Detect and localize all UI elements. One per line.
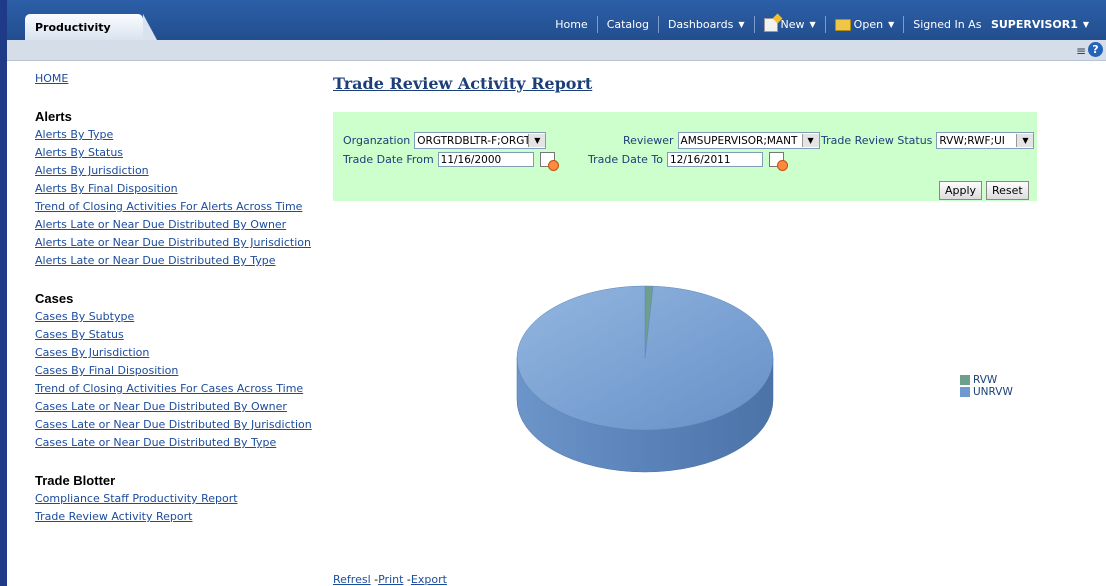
organization-select[interactable]: ORGTRDBLTR-F;ORGT ▼ bbox=[414, 132, 547, 149]
status-value: RVW;RWF;UI bbox=[939, 134, 1005, 147]
export-link[interactable]: Export bbox=[411, 573, 447, 586]
organization-value: ORGTRDBLTR-F;ORGT bbox=[417, 134, 529, 147]
sidebar-link[interactable]: Alerts By Jurisdiction bbox=[35, 162, 325, 180]
catalog-link[interactable]: Catalog bbox=[598, 18, 658, 31]
organization-label: Organzation bbox=[343, 134, 411, 147]
home-link-label: Home bbox=[555, 18, 588, 31]
reset-button[interactable]: Reset bbox=[986, 181, 1029, 200]
sidebar-link[interactable]: Alerts Late or Near Due Distributed By J… bbox=[35, 234, 325, 252]
sidebar-section-trade-blotter: Trade Blotter Compliance Staff Productiv… bbox=[35, 473, 325, 526]
sidebar-link[interactable]: Cases Late or Near Due Distributed By Ow… bbox=[35, 398, 325, 416]
section-title: Trade Blotter bbox=[35, 473, 116, 488]
apply-button[interactable]: Apply bbox=[939, 181, 983, 200]
sidebar-section-cases: Cases Cases By Subtype Cases By Status C… bbox=[35, 291, 325, 452]
sidebar-link[interactable]: Trend of Closing Activities For Alerts A… bbox=[35, 198, 325, 216]
open-menu[interactable]: Open ▼ bbox=[826, 18, 904, 31]
chevron-down-icon: ▼ bbox=[809, 20, 816, 29]
date-to-filter: Trade Date To 12/16/2011 bbox=[588, 152, 788, 171]
calendar-icon[interactable] bbox=[539, 152, 559, 171]
open-menu-label: Open bbox=[853, 18, 884, 31]
folder-icon bbox=[834, 18, 851, 31]
section-title: Alerts bbox=[35, 109, 72, 124]
sidebar-link[interactable]: Compliance Staff Productivity Report bbox=[35, 490, 325, 508]
legend-swatch bbox=[960, 375, 970, 385]
dropdown-arrow-icon[interactable]: ▼ bbox=[1016, 134, 1034, 147]
signed-in-label: Signed In As bbox=[913, 18, 982, 31]
date-from-filter: Trade Date From 11/16/2000 bbox=[343, 152, 559, 171]
new-menu[interactable]: New ▼ bbox=[755, 17, 825, 32]
sidebar-link[interactable]: Alerts By Status bbox=[35, 144, 325, 162]
status-filter: Trade Review Status RVW;RWF;UI ▼ bbox=[821, 132, 1035, 149]
help-icon[interactable]: ? bbox=[1088, 42, 1103, 57]
legend-item-rvw: RVW bbox=[960, 374, 1013, 386]
page-options-icon[interactable]: ≡ bbox=[1076, 44, 1086, 58]
sidebar-section-alerts: Alerts Alerts By Type Alerts By Status A… bbox=[35, 109, 325, 270]
sidebar-link[interactable]: Cases By Jurisdiction bbox=[35, 344, 325, 362]
sidebar-link[interactable]: Alerts By Type bbox=[35, 126, 325, 144]
pie-slice-unrvw[interactable] bbox=[516, 285, 774, 431]
status-select[interactable]: RVW;RWF;UI ▼ bbox=[936, 132, 1035, 149]
filter-panel: Organzation ORGTRDBLTR-F;ORGT ▼ Reviewer… bbox=[333, 112, 1037, 201]
dashboards-menu[interactable]: Dashboards ▼ bbox=[659, 18, 754, 31]
sidebar-link[interactable]: Cases Late or Near Due Distributed By Ty… bbox=[35, 434, 325, 452]
home-link[interactable]: Home bbox=[546, 18, 596, 31]
sidebar-link[interactable]: Trade Review Activity Report bbox=[35, 508, 325, 526]
status-label: Trade Review Status bbox=[821, 134, 933, 147]
top-navigation-bar: Productivity Home Catalog Dashboards ▼ Ne… bbox=[7, 0, 1106, 40]
new-document-icon bbox=[763, 17, 778, 32]
chevron-down-icon: ▼ bbox=[888, 20, 895, 29]
legend-swatch bbox=[960, 387, 970, 397]
sidebar-home-link[interactable]: HOME bbox=[35, 72, 325, 85]
legend-item-unrvw: UNRVW bbox=[960, 386, 1013, 398]
sidebar-link[interactable]: Cases By Final Disposition bbox=[35, 362, 325, 380]
sub-toolbar: ≡ ? bbox=[7, 40, 1106, 61]
sidebar: HOME Alerts Alerts By Type Alerts By Sta… bbox=[35, 72, 325, 547]
sidebar-link[interactable]: Alerts Late or Near Due Distributed By T… bbox=[35, 252, 325, 270]
reviewer-label: Reviewer bbox=[623, 134, 674, 147]
sidebar-link[interactable]: Alerts Late or Near Due Distributed By O… bbox=[35, 216, 325, 234]
date-to-label: Trade Date To bbox=[588, 153, 663, 166]
page-title: Trade Review Activity Report bbox=[333, 74, 593, 93]
reviewer-select[interactable]: AMSUPERVISOR;MANT ▼ bbox=[677, 132, 820, 149]
print-link[interactable]: Print bbox=[378, 573, 403, 586]
sidebar-link[interactable]: Cases Late or Near Due Distributed By Ju… bbox=[35, 416, 325, 434]
sidebar-link[interactable]: Trend of Closing Activities For Cases Ac… bbox=[35, 380, 325, 398]
legend-label: UNRVW bbox=[973, 386, 1013, 398]
tab-productivity[interactable]: Productivity bbox=[25, 14, 157, 40]
user-menu[interactable]: Signed In As SUPERVISOR1 ▼ bbox=[904, 18, 1098, 31]
calendar-icon[interactable] bbox=[768, 152, 788, 171]
dashboards-menu-label: Dashboards bbox=[667, 18, 734, 31]
section-title: Cases bbox=[35, 291, 74, 306]
new-menu-label: New bbox=[780, 18, 805, 31]
dropdown-arrow-icon[interactable]: ▼ bbox=[801, 134, 819, 147]
sidebar-link[interactable]: Alerts By Final Disposition bbox=[35, 180, 325, 198]
chart-legend: RVW UNRVW bbox=[960, 374, 1013, 398]
date-to-input[interactable]: 12/16/2011 bbox=[666, 152, 763, 167]
report-footer-links: Refresl -Print -Export bbox=[333, 573, 447, 586]
left-edge-bar bbox=[0, 0, 7, 586]
reviewer-filter: Reviewer AMSUPERVISOR;MANT ▼ bbox=[623, 132, 820, 149]
date-from-input[interactable]: 11/16/2000 bbox=[437, 152, 534, 167]
dropdown-arrow-icon[interactable]: ▼ bbox=[528, 134, 546, 147]
legend-label: RVW bbox=[973, 374, 998, 386]
sidebar-link[interactable]: Cases By Status bbox=[35, 326, 325, 344]
user-name: SUPERVISOR1 bbox=[990, 18, 1078, 31]
chevron-down-icon: ▼ bbox=[738, 20, 745, 29]
chevron-down-icon: ▼ bbox=[1082, 20, 1089, 29]
date-from-label: Trade Date From bbox=[343, 153, 434, 166]
reviewer-value: AMSUPERVISOR;MANT bbox=[680, 134, 798, 147]
sidebar-link[interactable]: Cases By Subtype bbox=[35, 308, 325, 326]
tab-label: Productivity bbox=[35, 21, 111, 34]
pie-chart bbox=[516, 285, 774, 473]
global-nav: Home Catalog Dashboards ▼ New ▼ Open ▼ Sign… bbox=[546, 16, 1098, 33]
organization-filter: Organzation ORGTRDBLTR-F;ORGT ▼ bbox=[343, 132, 547, 149]
catalog-link-label: Catalog bbox=[606, 18, 649, 31]
refresh-link[interactable]: Refresl bbox=[333, 573, 371, 586]
